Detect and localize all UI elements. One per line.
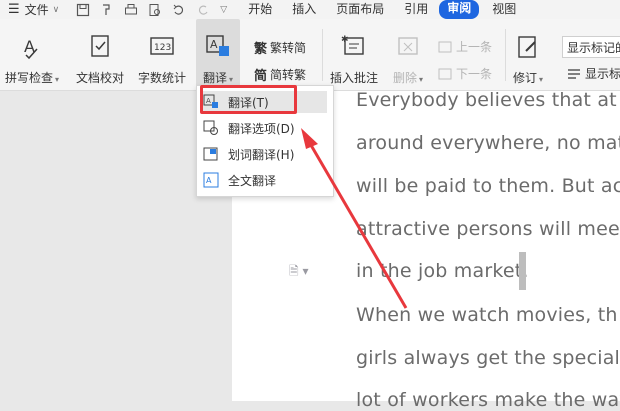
annotation-arrow bbox=[301, 128, 408, 309]
